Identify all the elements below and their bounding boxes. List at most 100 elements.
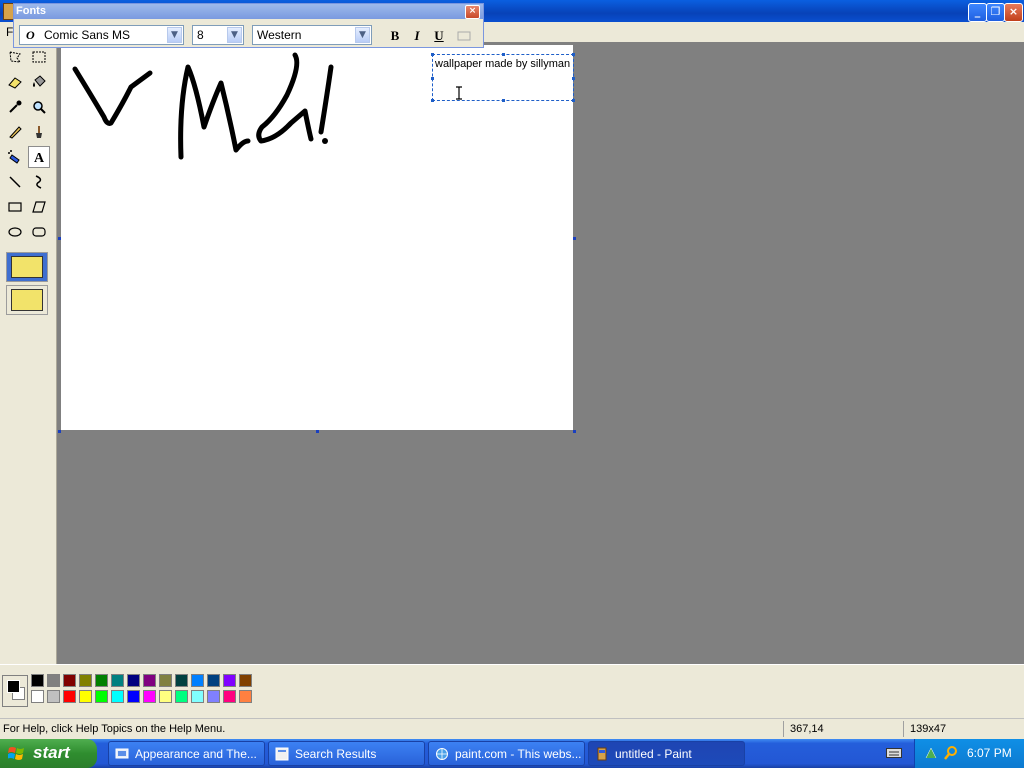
paint-icon	[597, 747, 607, 761]
selection-size: 139x47	[910, 723, 947, 735]
freehand-drawing	[72, 52, 334, 160]
rectangle-icon[interactable]	[4, 196, 26, 218]
chevron-down-icon[interactable]: ▼	[355, 27, 370, 43]
clock: 6:07 PM	[967, 746, 1012, 760]
opentype-icon: O	[26, 28, 35, 42]
font-name-value: Comic Sans MS	[44, 28, 131, 42]
search-icon[interactable]	[943, 745, 959, 761]
color-swatch[interactable]	[191, 674, 204, 687]
color-swatch[interactable]	[175, 690, 188, 703]
color-swatch[interactable]	[127, 674, 140, 687]
fonts-toolbar-titlebar[interactable]: Fonts ×	[14, 4, 483, 19]
underline-button[interactable]: U	[430, 27, 448, 45]
color-swatch[interactable]	[47, 674, 60, 687]
polygon-icon[interactable]	[28, 196, 50, 218]
system-tray: 6:07 PM	[914, 739, 1024, 768]
color-swatch[interactable]	[207, 690, 220, 703]
color-swatch[interactable]	[63, 690, 76, 703]
color-swatch[interactable]	[223, 674, 236, 687]
font-script-value: Western	[257, 28, 302, 42]
taskbar-item-appearance[interactable]: Appearance and The...	[108, 741, 265, 766]
close-button[interactable]: ×	[1004, 3, 1023, 22]
eraser-icon[interactable]	[4, 71, 26, 93]
transparent-background-option[interactable]	[6, 285, 48, 315]
color-swatch[interactable]	[111, 690, 124, 703]
font-script-select[interactable]: Western ▼	[252, 25, 372, 45]
foreground-color	[7, 680, 20, 693]
color-swatch[interactable]	[79, 690, 92, 703]
color-swatch[interactable]	[143, 690, 156, 703]
color-swatch[interactable]	[223, 690, 236, 703]
free-form-select-icon[interactable]	[4, 46, 26, 68]
control-panel-icon	[115, 748, 129, 759]
drawing-canvas[interactable]	[61, 45, 573, 430]
color-swatch[interactable]	[143, 674, 156, 687]
search-window-icon	[275, 747, 289, 761]
font-size-select[interactable]: 8 ▼	[192, 25, 244, 45]
color-swatch[interactable]	[175, 674, 188, 687]
pick-color-icon[interactable]	[4, 96, 26, 118]
windows-flag-icon	[8, 747, 24, 760]
canvas-resize-handle-right[interactable]	[573, 237, 576, 240]
ibeam-cursor-icon	[456, 86, 462, 100]
cursor-position: 367,14	[790, 723, 824, 735]
line-icon[interactable]	[4, 171, 26, 193]
brush-icon[interactable]	[28, 121, 50, 143]
status-help-text: For Help, click Help Topics on the Help …	[3, 723, 226, 735]
keyboard-icon[interactable]	[886, 747, 902, 759]
current-colors[interactable]	[2, 675, 28, 707]
text-icon[interactable]: A	[28, 146, 50, 168]
chevron-down-icon[interactable]: ▼	[167, 27, 182, 43]
pencil-icon[interactable]	[4, 121, 26, 143]
vertical-text-button[interactable]	[455, 27, 473, 45]
select-icon[interactable]	[28, 46, 50, 68]
maximize-button[interactable]: ❐	[986, 3, 1005, 22]
minimize-button[interactable]: _	[968, 3, 987, 22]
bold-button[interactable]: B	[386, 27, 404, 45]
fonts-close-icon[interactable]: ×	[465, 5, 480, 19]
color-swatch[interactable]	[207, 674, 220, 687]
taskbar-item-search-results[interactable]: Search Results	[268, 741, 425, 766]
font-name-select[interactable]: O Comic Sans MS ▼	[19, 25, 184, 45]
color-swatch[interactable]	[31, 674, 44, 687]
color-swatch[interactable]	[63, 674, 76, 687]
color-swatch[interactable]	[111, 674, 124, 687]
color-swatch[interactable]	[95, 690, 108, 703]
color-swatch[interactable]	[159, 690, 172, 703]
font-size-value: 8	[197, 28, 204, 42]
svg-text:A: A	[34, 151, 45, 165]
chevron-down-icon[interactable]: ▼	[227, 27, 242, 43]
rounded-rectangle-icon[interactable]	[28, 221, 50, 243]
color-swatch[interactable]	[31, 690, 44, 703]
canvas-resize-handle-bottom[interactable]	[316, 430, 319, 433]
fill-icon[interactable]	[28, 71, 50, 93]
opaque-background-option[interactable]	[6, 252, 48, 282]
start-button[interactable]: start	[0, 739, 97, 768]
color-swatch[interactable]	[191, 690, 204, 703]
italic-button[interactable]: I	[408, 27, 426, 45]
text-box-content[interactable]: wallpaper made by sillyman	[435, 57, 571, 72]
toolbox: A	[0, 42, 57, 664]
browser-icon	[436, 748, 448, 760]
canvas-handle-bottom-left	[58, 430, 61, 433]
status-bar: For Help, click Help Topics on the Help …	[0, 718, 1024, 740]
curve-icon[interactable]	[28, 171, 50, 193]
color-swatch[interactable]	[95, 674, 108, 687]
ellipse-icon[interactable]	[4, 221, 26, 243]
color-swatch[interactable]	[79, 674, 92, 687]
color-swatch[interactable]	[239, 674, 252, 687]
color-swatch[interactable]	[47, 690, 60, 703]
color-palette	[0, 664, 1024, 719]
canvas-resize-handle-corner[interactable]	[573, 430, 576, 433]
color-swatch[interactable]	[127, 690, 140, 703]
magnifier-icon[interactable]	[28, 96, 50, 118]
taskbar-item-paint-com[interactable]: paint.com - This webs...	[428, 741, 585, 766]
canvas-handle-left	[58, 237, 61, 240]
network-icon[interactable]	[924, 746, 938, 760]
fonts-toolbar: Fonts × O Comic Sans MS ▼ 8 ▼ Western ▼ …	[13, 3, 484, 48]
color-swatch[interactable]	[239, 690, 252, 703]
taskbar: start Appearance and The... Search Resul…	[0, 739, 1024, 768]
airbrush-icon[interactable]	[4, 146, 26, 168]
taskbar-item-paint[interactable]: untitled - Paint	[588, 741, 745, 766]
color-swatch[interactable]	[159, 674, 172, 687]
